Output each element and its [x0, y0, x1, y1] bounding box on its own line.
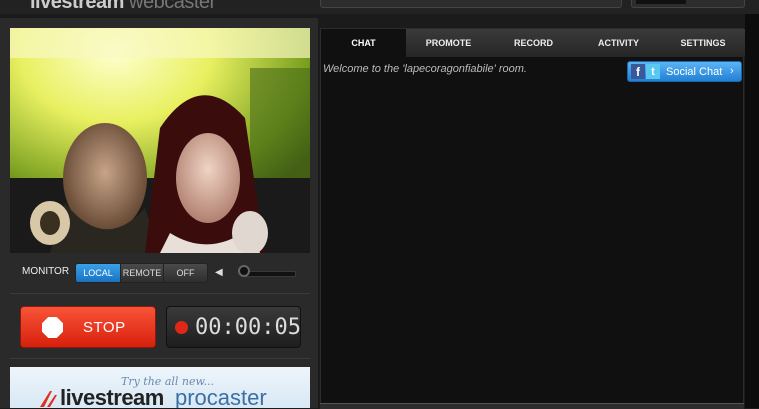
divider — [10, 293, 310, 294]
social-chat-button[interactable]: f t Social Chat › — [627, 61, 742, 82]
tab-settings[interactable]: SETTINGS — [661, 29, 745, 57]
monitor-controls: MONITOR LOCAL REMOTE OFF ◀ — [10, 258, 310, 288]
brand-main: livestream — [30, 0, 124, 13]
record-dot-icon — [175, 321, 188, 334]
account-button[interactable] — [631, 0, 745, 8]
broadcast-timer: 00:00:05 — [166, 306, 301, 348]
monitor-label: MONITOR — [22, 266, 70, 277]
tab-chat[interactable]: CHAT — [321, 29, 406, 57]
divider — [10, 358, 310, 359]
tab-promote[interactable]: PROMOTE — [406, 29, 491, 57]
promo-brand: livestream — [60, 385, 164, 408]
chevron-right-icon: › — [730, 65, 734, 77]
tab-bar: CHAT PROMOTE RECORD ACTIVITY SETTINGS — [321, 29, 745, 57]
procaster-promo-banner[interactable]: Try the all new... livestream procaster — [10, 367, 310, 408]
chat-panel: CHAT PROMOTE RECORD ACTIVITY SETTINGS We… — [320, 28, 745, 408]
monitor-remote-button[interactable]: REMOTE — [120, 263, 164, 283]
timer-value: 00:00:05 — [195, 315, 301, 340]
livestream-logo-icon — [40, 391, 57, 407]
app-logo: livestream webcaster — [30, 0, 216, 14]
chat-input-area[interactable] — [320, 403, 744, 409]
stop-button[interactable]: STOP — [20, 306, 156, 348]
facebook-icon: f — [631, 64, 645, 79]
volume-slider[interactable] — [242, 271, 296, 277]
speaker-icon: ◀ — [215, 267, 223, 278]
webcam-preview — [10, 28, 310, 253]
brand-sub: webcaster — [129, 0, 216, 13]
top-bar: livestream webcaster — [0, 0, 759, 14]
volume-slider-handle[interactable] — [238, 265, 250, 277]
stop-label: STOP — [83, 319, 126, 336]
tab-activity[interactable]: ACTIVITY — [576, 29, 661, 57]
twitter-icon: t — [646, 64, 660, 79]
social-chat-label: Social Chat — [666, 66, 723, 78]
tab-record[interactable]: RECORD — [491, 29, 576, 57]
window-edge — [745, 14, 759, 408]
monitor-local-button[interactable]: LOCAL — [75, 263, 121, 283]
chat-welcome-message: Welcome to the 'lapecoragonfiabile' room… — [323, 63, 527, 75]
promo-product: procaster — [175, 385, 267, 408]
stop-octagon-icon — [42, 317, 63, 338]
monitor-off-button[interactable]: OFF — [163, 263, 208, 283]
channel-selector[interactable] — [320, 0, 622, 8]
